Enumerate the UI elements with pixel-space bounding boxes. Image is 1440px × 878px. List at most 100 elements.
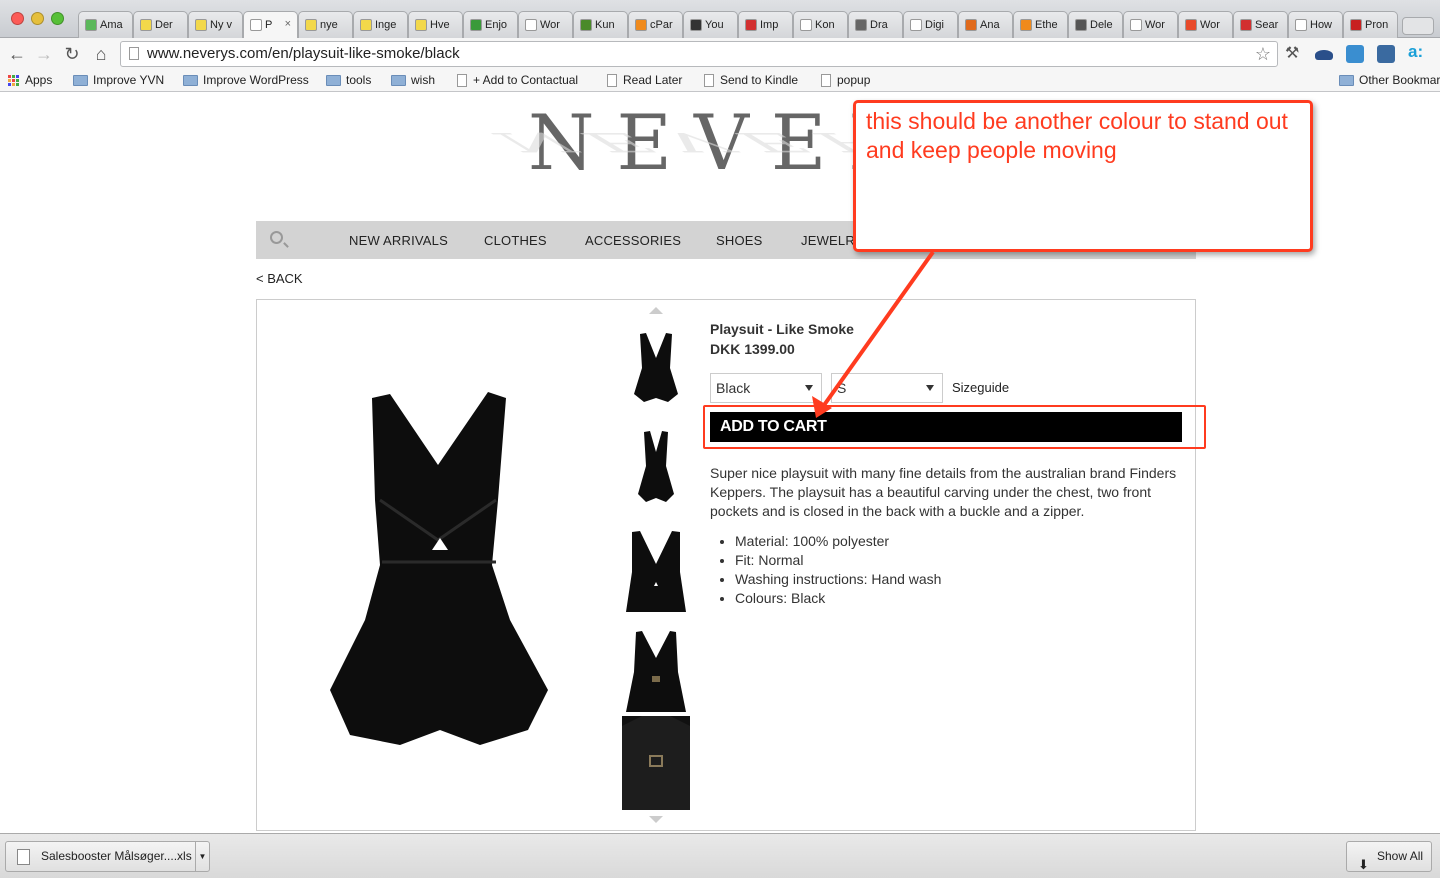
bookmark-folder-improve-yvn[interactable]: Improve YVN xyxy=(73,73,164,87)
forward-arrow-icon[interactable]: → xyxy=(34,44,54,64)
favicon-icon xyxy=(1295,19,1307,31)
folder-icon xyxy=(391,74,406,86)
bookmark-folder-tools[interactable]: tools xyxy=(326,73,371,87)
product-thumbnail[interactable] xyxy=(622,330,690,404)
browser-tab[interactable]: Ethe xyxy=(1013,11,1068,38)
spec-item: Material: 100% polyester xyxy=(735,532,941,551)
back-link[interactable]: < BACK xyxy=(256,271,303,286)
product-main-image[interactable] xyxy=(320,390,555,750)
tab-label: Kun xyxy=(595,19,615,31)
browser-tab[interactable]: Wor xyxy=(1178,11,1233,38)
product-thumbnail[interactable] xyxy=(622,716,690,810)
product-price: DKK 1399.00 xyxy=(710,341,795,357)
browser-tab[interactable]: Sear xyxy=(1233,11,1288,38)
page-icon xyxy=(821,73,831,87)
nav-new-arrivals[interactable]: NEW ARRIVALS xyxy=(349,233,448,248)
tab-label: Der xyxy=(155,19,173,31)
favicon-icon xyxy=(525,19,537,31)
dropdown-arrow-icon xyxy=(926,385,934,391)
amazon-extension-icon[interactable]: a: xyxy=(1408,42,1426,61)
browser-tab[interactable]: Inge xyxy=(353,11,408,38)
nav-clothes[interactable]: CLOTHES xyxy=(484,233,547,248)
show-all-downloads-button[interactable]: ⬇ Show All xyxy=(1346,841,1432,872)
bookmark-folder-wish[interactable]: wish xyxy=(391,73,435,87)
search-icon[interactable] xyxy=(270,231,283,244)
browser-tab[interactable]: Dra xyxy=(848,11,903,38)
sizeguide-link[interactable]: Sizeguide xyxy=(952,380,1009,395)
bookmark-star-icon[interactable]: ☆ xyxy=(1255,42,1271,66)
download-item[interactable]: Salesbooster Målsøger....xls ▼ xyxy=(5,841,210,872)
browser-tab[interactable]: cPar xyxy=(628,11,683,38)
browser-tab[interactable]: Kon xyxy=(793,11,848,38)
browser-tab[interactable]: Enjo xyxy=(463,11,518,38)
home-icon[interactable]: ⌂ xyxy=(91,44,111,64)
bookmark-send-to-kindle[interactable]: Send to Kindle xyxy=(704,73,798,87)
favicon-icon xyxy=(250,19,262,31)
size-select[interactable]: S xyxy=(831,373,943,403)
browser-tab[interactable]: How xyxy=(1288,11,1343,38)
back-arrow-icon[interactable]: ← xyxy=(7,44,27,64)
favicon-icon xyxy=(415,19,427,31)
wrench-icon[interactable]: ⚒ xyxy=(1285,43,1303,62)
spec-item: Fit: Normal xyxy=(735,551,941,570)
close-tab-icon[interactable]: × xyxy=(285,18,291,30)
bookmark-add-to-contactual[interactable]: + Add to Contactual xyxy=(457,73,578,87)
color-select[interactable]: Black xyxy=(710,373,822,403)
page-icon xyxy=(704,73,714,87)
browser-tab[interactable]: nye xyxy=(298,11,353,38)
product-description: Super nice playsuit with many fine detai… xyxy=(710,465,1177,519)
browser-tab[interactable]: Ana xyxy=(958,11,1013,38)
favicon-icon xyxy=(305,19,317,31)
browser-tab[interactable]: Digi xyxy=(903,11,958,38)
bookmark-folder-other[interactable]: Other Bookmarks xyxy=(1339,73,1440,87)
nav-shoes[interactable]: SHOES xyxy=(716,233,763,248)
tab-label: Wor xyxy=(540,19,560,31)
browser-tab[interactable]: P × xyxy=(243,11,298,38)
close-window-button[interactable] xyxy=(11,12,24,25)
address-bar[interactable]: www.neverys.com/en/playsuit-like-smoke/b… xyxy=(120,41,1278,67)
product-thumbnail[interactable] xyxy=(622,628,690,712)
tab-label: Dra xyxy=(870,19,888,31)
bookmark-folder-improve-wordpress[interactable]: Improve WordPress xyxy=(183,73,309,87)
browser-tab[interactable]: Ny v xyxy=(188,11,243,38)
new-tab-button[interactable] xyxy=(1402,17,1434,35)
bookmark-popup[interactable]: popup xyxy=(821,73,870,87)
browser-tab[interactable]: Ama xyxy=(78,11,133,38)
browser-tab[interactable]: Kun xyxy=(573,11,628,38)
thumbnail-scroll-down-icon[interactable] xyxy=(649,816,663,823)
product-thumbnail[interactable] xyxy=(622,528,690,614)
page-icon xyxy=(607,73,617,87)
favicon-icon xyxy=(360,19,372,31)
tab-label: Inge xyxy=(375,19,397,31)
minimize-window-button[interactable] xyxy=(31,12,44,25)
favicon-icon xyxy=(1130,19,1142,31)
cloud-extension-icon[interactable] xyxy=(1315,50,1333,60)
thumbnail-scroll-up-icon[interactable] xyxy=(649,307,663,314)
tab-label: Wor xyxy=(1145,19,1165,31)
tab-label: Kon xyxy=(815,19,835,31)
zoom-window-button[interactable] xyxy=(51,12,64,25)
browser-tab[interactable]: Der xyxy=(133,11,188,38)
owl-extension-icon[interactable] xyxy=(1377,45,1395,63)
tab-label: Digi xyxy=(925,19,944,31)
bookmark-read-later[interactable]: Read Later xyxy=(607,73,682,87)
apps-bookmark[interactable]: Apps xyxy=(8,73,52,87)
browser-tab[interactable]: Dele xyxy=(1068,11,1123,38)
browser-tab[interactable]: Imp xyxy=(738,11,793,38)
browser-tab[interactable]: Wor xyxy=(518,11,573,38)
browser-tab[interactable]: Wor xyxy=(1123,11,1178,38)
chevron-down-icon[interactable]: ▼ xyxy=(195,842,209,871)
browser-tab[interactable]: Pron xyxy=(1343,11,1398,38)
tab-label: Imp xyxy=(760,19,779,31)
browser-tab[interactable]: You xyxy=(683,11,738,38)
apps-grid-icon xyxy=(8,74,19,86)
product-thumbnail[interactable] xyxy=(622,428,690,506)
screen-extension-icon[interactable] xyxy=(1346,45,1364,63)
browser-tab[interactable]: Hve xyxy=(408,11,463,38)
favicon-icon xyxy=(470,19,482,31)
folder-icon xyxy=(326,74,341,86)
favicon-icon xyxy=(635,19,647,31)
reload-icon[interactable]: ↻ xyxy=(62,44,82,64)
nav-accessories[interactable]: ACCESSORIES xyxy=(585,233,681,248)
tab-label: cPar xyxy=(650,19,673,31)
